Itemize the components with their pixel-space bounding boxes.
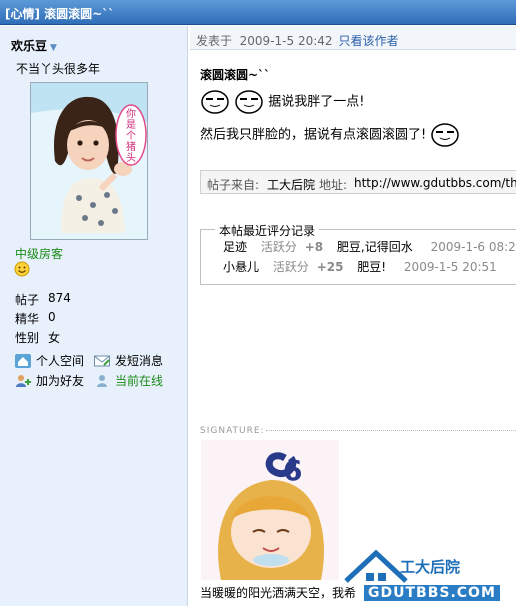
- post-title: 滚圆滚圆~``: [200, 68, 271, 82]
- rating-user[interactable]: 足迹: [223, 240, 247, 254]
- rating-score: +8: [304, 240, 324, 254]
- rating-type: 活跃分: [272, 260, 309, 274]
- avatar-bubble-char: 头: [126, 152, 136, 164]
- username-text[interactable]: 欢乐豆: [11, 39, 47, 53]
- post-line-2: 然后我只胖脸的，据说有点滚圆滚圆了!: [200, 122, 460, 148]
- rating-time: 2009-1-5 20:51: [403, 260, 497, 274]
- post-header: 发表于 2009-1-5 20:42 只看该作者: [190, 26, 516, 50]
- avatar-bubble-char: 个: [126, 130, 136, 142]
- stat-gender: 性别女: [15, 329, 60, 346]
- personal-space-link[interactable]: 个人空间: [15, 352, 84, 369]
- round-face-emoticon-icon: [235, 90, 263, 114]
- stat-posts: 帖子 874: [15, 291, 71, 308]
- rating-type: 活跃分: [260, 240, 297, 254]
- stat-label: 帖子: [15, 293, 40, 307]
- posted-at-label: 发表于: [196, 34, 233, 48]
- avatar-bubble-char: 是: [126, 119, 136, 131]
- send-message-label[interactable]: 发短消息: [115, 354, 163, 368]
- user-online-icon: [97, 375, 107, 387]
- add-friend-icon: [16, 375, 31, 387]
- add-friend-link[interactable]: 加为好友: [15, 372, 84, 389]
- round-face-emoticon-icon: [201, 90, 229, 114]
- source-address-label: 地址:: [319, 178, 348, 192]
- rating-records: 本帖最近评分记录 足迹 活跃分 +8 肥豆,记得回水 2009-1-6 08:2…: [200, 222, 516, 285]
- online-status: 当前在线: [94, 372, 163, 389]
- rating-legend: 本帖最近评分记录: [215, 222, 320, 239]
- smiley-icon: [14, 261, 30, 277]
- source-url-link[interactable]: http://www.gdutbbs.com/threa: [354, 176, 516, 190]
- thread-title: [心情] 滚圆滚圆~``: [5, 7, 115, 21]
- avatar-bubble-char: 你: [126, 107, 136, 120]
- source-name-link[interactable]: 工大后院: [267, 176, 315, 193]
- only-author-link[interactable]: 只看该作者: [339, 34, 399, 48]
- add-friend-label[interactable]: 加为好友: [36, 374, 84, 388]
- message-icon: [94, 355, 110, 367]
- stat-digest: 精华 0: [15, 310, 56, 327]
- send-message-link[interactable]: 发短消息: [94, 352, 163, 369]
- home-icon: [15, 354, 31, 368]
- rating-row: 足迹 活跃分 +8 肥豆,记得回水 2009-1-6 08:25: [223, 238, 516, 255]
- stat-label: 精华: [15, 312, 40, 326]
- username[interactable]: 欢乐豆 ▼: [11, 37, 57, 54]
- rating-row: 小悬儿 活跃分 +25 肥豆! 2009-1-5 20:51: [223, 258, 497, 275]
- rating-reason: 肥豆!: [357, 260, 387, 274]
- stat-value: 女: [48, 331, 61, 345]
- rating-time: 2009-1-6 08:25: [430, 240, 516, 254]
- site-watermark: 工大后院 GDUTBBS.COM: [342, 545, 502, 605]
- signature-image: 6: [201, 440, 339, 580]
- avatar-bubble-char: 猪: [126, 141, 136, 153]
- rating-user[interactable]: 小悬儿: [223, 260, 259, 274]
- user-rank: 中级房客: [15, 247, 64, 261]
- rating-score: +25: [316, 260, 344, 274]
- signature-divider: [266, 430, 516, 431]
- post-source-box: 帖子来自: 工大后院 地址: http://www.gdutbbs.com/th…: [200, 170, 516, 194]
- user-sidebar: 欢乐豆 ▼ 不当丫头很多年 你是个猪头 中级房客 帖子 874 精华 0 性别 …: [0, 26, 188, 606]
- post-text-2: 然后我只胖脸的，据说有点滚圆滚圆了!: [200, 127, 427, 143]
- stat-label: 性别: [15, 331, 40, 345]
- post-datetime: 2009-1-5 20:42: [239, 34, 333, 48]
- post-line-1: 据说我胖了一点!: [200, 89, 365, 115]
- stat-value: 874: [48, 291, 71, 305]
- chevron-down-icon[interactable]: ▼: [50, 43, 57, 53]
- watermark-en: GDUTBBS.COM: [364, 585, 500, 601]
- rating-reason: 肥豆,记得回水: [336, 240, 413, 254]
- signature-label: SIGNATURE:: [200, 426, 265, 436]
- personal-space-label[interactable]: 个人空间: [36, 354, 84, 368]
- post-text-1: 据说我胖了一点!: [268, 94, 365, 110]
- watermark-cn: 工大后院: [400, 558, 461, 576]
- stat-value: 0: [48, 310, 56, 324]
- user-motto: 不当丫头很多年: [16, 62, 101, 76]
- round-face-emoticon-icon: [431, 123, 460, 147]
- online-status-label: 当前在线: [115, 374, 164, 388]
- post-meta: 发表于 2009-1-5 20:42 只看该作者: [196, 32, 399, 49]
- svg-text:6: 6: [283, 454, 302, 487]
- source-label: 帖子来自:: [207, 178, 260, 192]
- avatar: 你是个猪头: [30, 82, 148, 240]
- thread-title-bar: [心情] 滚圆滚圆~``: [0, 0, 516, 25]
- signature-text: 当暖暖的阳光洒满天空，我希: [200, 586, 357, 600]
